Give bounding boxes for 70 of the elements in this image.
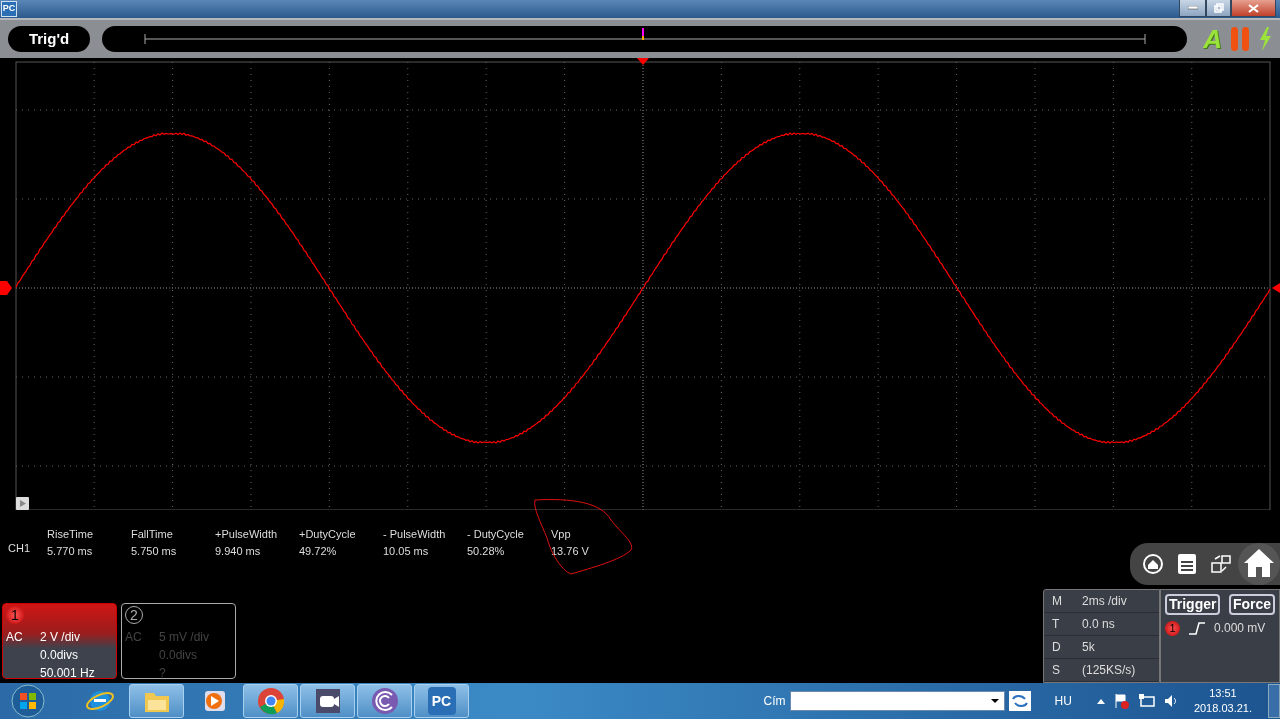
timebase-key: M: [1052, 592, 1082, 610]
refresh-arrows-icon[interactable]: [1008, 691, 1031, 711]
channel-panel[interactable]: 2 AC 5 mV /div 0.0divs ?: [121, 603, 236, 679]
play-icon[interactable]: [16, 497, 29, 510]
trigger-button[interactable]: Trigger: [1165, 594, 1221, 615]
channel-panel[interactable]: 1 AC 2 V /div 0.0divs 50.001 Hz: [2, 603, 117, 679]
measurement-label: +PulseWidth: [215, 527, 279, 542]
dropdown-caret-icon[interactable]: [989, 698, 1000, 704]
offset-value: 0.0divs: [159, 647, 199, 664]
restore-icon: [1213, 3, 1224, 13]
measurement-value: 5.770 ms: [47, 543, 94, 559]
start-button[interactable]: [8, 684, 48, 718]
taskbar-app-button[interactable]: [300, 684, 355, 718]
show-hidden-icon[interactable]: [1095, 697, 1106, 705]
channel-offset-marker[interactable]: [0, 281, 12, 295]
timebase-value: 5k: [1082, 639, 1095, 656]
coupling-label: AC: [125, 629, 143, 646]
timebase-value: (125KS/s): [1082, 662, 1136, 679]
measurement-value: 49.72%: [299, 543, 338, 559]
home-icon[interactable]: [1238, 543, 1280, 585]
trigger-button[interactable]: Force: [1228, 594, 1275, 615]
frequency-reading: ?: [159, 665, 167, 682]
measurement-value: 50.28%: [467, 543, 506, 559]
channel-badge: 1: [1165, 620, 1180, 636]
measurement-value: 10.05 ms: [383, 543, 430, 559]
flag-alert-icon[interactable]: [1113, 693, 1130, 709]
channel-number: 1: [6, 606, 24, 624]
measurement-label: - DutyCycle: [467, 527, 525, 542]
measurement-label: Vpp: [551, 527, 572, 542]
measurement-label: +DutyCycle: [299, 527, 357, 542]
measurement-label: RiseTime: [47, 527, 95, 542]
minimize-icon: [1187, 6, 1198, 10]
timebase-key: D: [1052, 638, 1082, 656]
timeline-bar[interactable]: [102, 26, 1188, 52]
trigger-status: Trig'd: [8, 26, 90, 52]
measurement-label: - PulseWidth: [383, 527, 447, 542]
browser-icon: [255, 686, 286, 716]
taskbar-app-button[interactable]: PC: [414, 684, 469, 718]
network-icon[interactable]: [1137, 693, 1156, 709]
restore-button[interactable]: [1206, 0, 1231, 17]
measurement-value: 13.76 V: [551, 543, 590, 559]
coupling-label: AC: [6, 629, 24, 646]
language-indicator[interactable]: HU: [1054, 692, 1072, 710]
taskbar-app-button[interactable]: [357, 684, 412, 718]
timebase-value: 0.0 ns: [1082, 616, 1115, 633]
close-button[interactable]: [1231, 0, 1276, 17]
minimize-button[interactable]: [1179, 0, 1206, 17]
spiral-icon: [369, 686, 400, 716]
address-field[interactable]: [789, 691, 1005, 711]
trigger-level-marker[interactable]: [1272, 283, 1280, 293]
timebase-key: T: [1052, 615, 1082, 633]
timebase-value: 2ms /div: [1082, 593, 1127, 610]
app-logo: PC: [1, 1, 17, 17]
measurement-value: 5.750 ms: [131, 543, 178, 559]
clock-date[interactable]: 2018.03.21.: [1193, 701, 1252, 717]
volts-per-div: 2 V /div: [40, 629, 82, 646]
measurement-value: 9.940 ms: [215, 543, 262, 559]
app-logo: PC: [427, 687, 456, 715]
close-icon: [1248, 3, 1259, 13]
rising-edge-icon: [1188, 621, 1206, 635]
trigger-level: 0.000 mV: [1214, 620, 1266, 637]
offset-value: 0.0divs: [40, 647, 80, 664]
channel-label: CH1: [8, 541, 31, 556]
measurement-label: FallTime: [131, 527, 174, 542]
timebase-key: S: [1052, 661, 1082, 679]
volts-per-div: 5 mV /div: [159, 629, 209, 646]
address-label: Cím: [763, 693, 786, 710]
frequency-reading: 50.001 Hz: [40, 665, 95, 682]
clock-time[interactable]: 13:51: [1193, 685, 1252, 701]
speaker-icon[interactable]: [1163, 694, 1178, 708]
